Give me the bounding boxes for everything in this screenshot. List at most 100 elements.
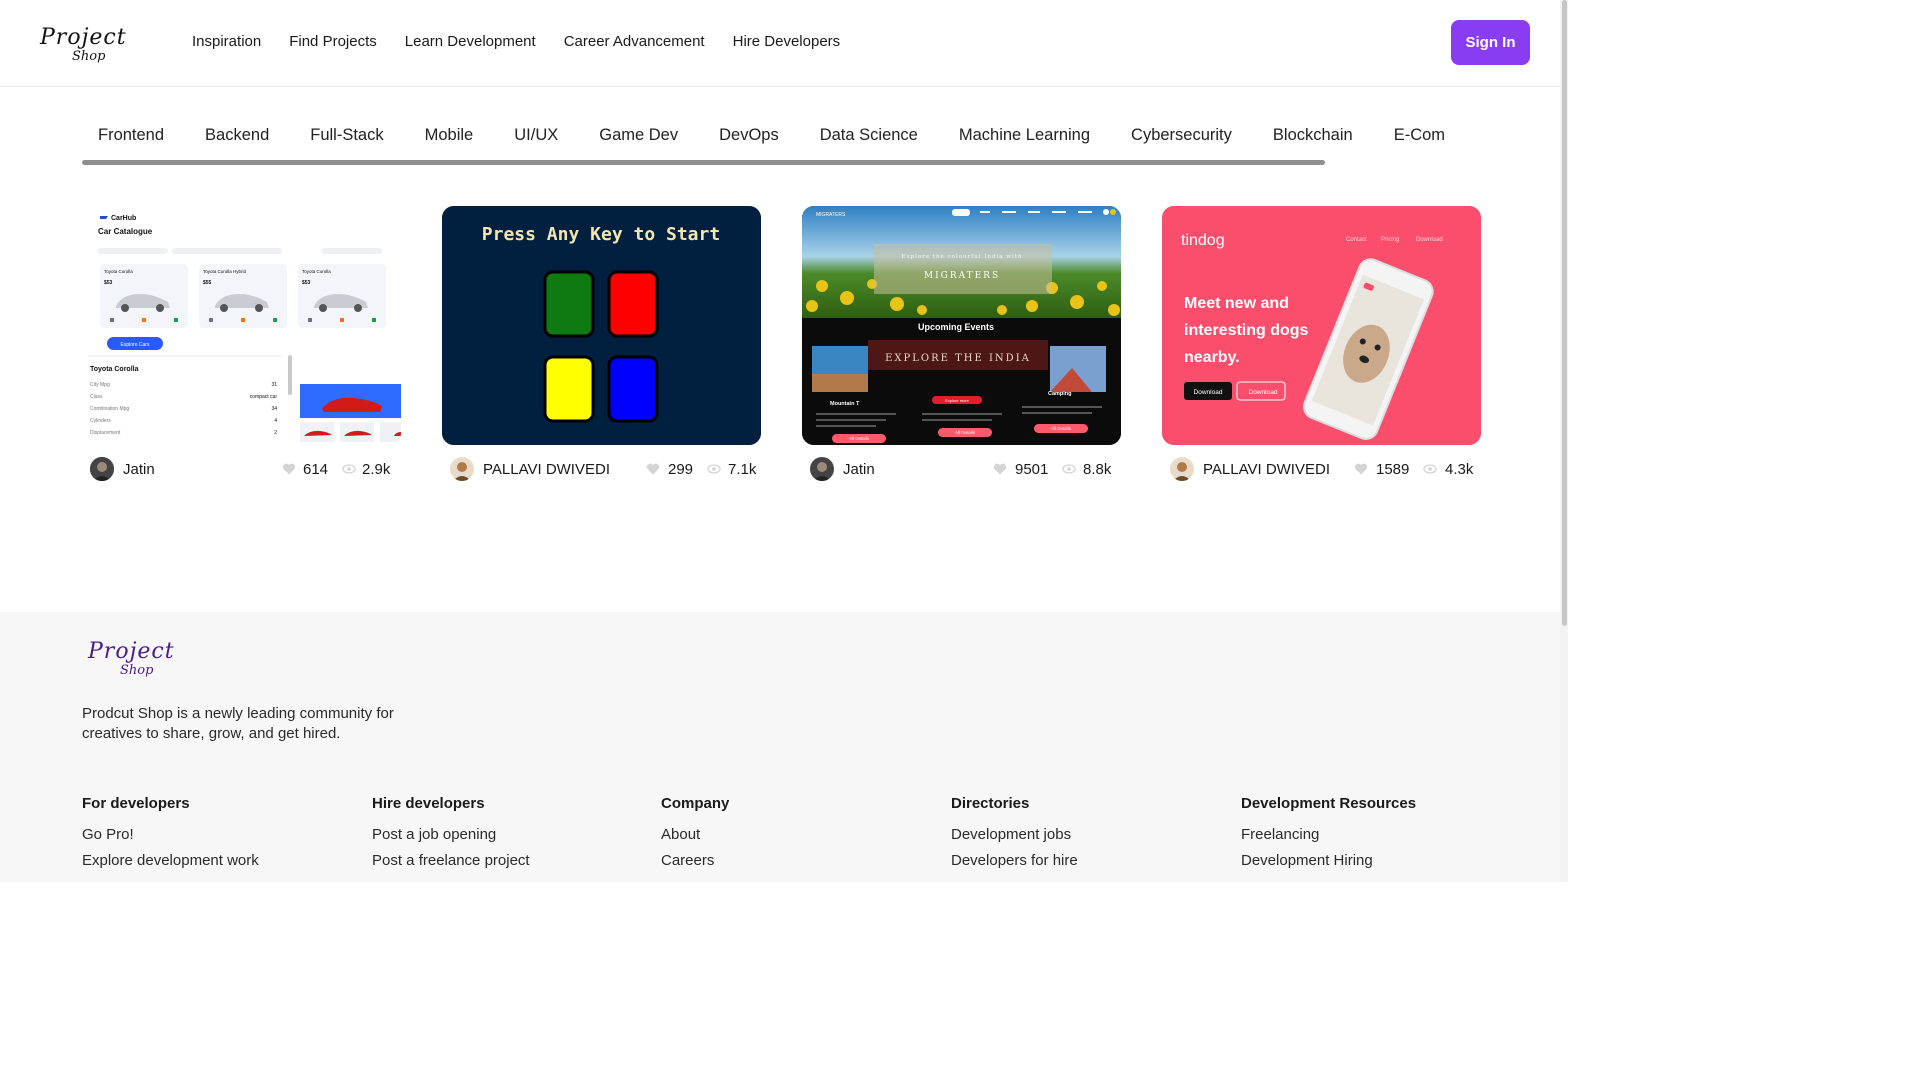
- svg-text:31: 31: [271, 382, 277, 388]
- like-count: 614: [303, 461, 329, 478]
- footer-column-title: Company: [661, 795, 730, 812]
- footer-column-for-developers: For developers Go Pro! Explore developme…: [82, 795, 259, 878]
- footer-link-development-jobs[interactable]: Development jobs: [951, 826, 1078, 843]
- footer-link-developers-for-hire[interactable]: Developers for hire: [951, 852, 1078, 869]
- like-count: 299: [668, 461, 694, 478]
- avatar[interactable]: [1170, 457, 1194, 481]
- footer-link-explore-development-work[interactable]: Explore development work: [82, 852, 259, 869]
- project-thumbnail[interactable]: MIGRATERS Explore the colourful India wi…: [802, 206, 1121, 445]
- project-meta: PALLAVI DWIVEDI 299 7.1k: [442, 457, 761, 487]
- project-card[interactable]: CarHub Car Catalogue Toyota Corolla Toyo…: [82, 206, 401, 487]
- category-ui-ux[interactable]: UI/UX: [498, 116, 574, 145]
- nav-career-advancement[interactable]: Career Advancement: [564, 33, 705, 50]
- category-cybersecurity[interactable]: Cybersecurity: [1115, 116, 1248, 145]
- svg-text:Toyota Corolla: Toyota Corolla: [90, 366, 139, 373]
- project-shop-logo[interactable]: Project Shop: [38, 20, 150, 64]
- category-full-stack[interactable]: Full-Stack: [294, 116, 399, 145]
- footer-link-post-freelance[interactable]: Post a freelance project: [372, 852, 530, 869]
- svg-text:City Mpg: City Mpg: [90, 382, 110, 388]
- eye-icon: [1062, 464, 1076, 474]
- page-scrollbar-thumb[interactable]: [1562, 0, 1567, 626]
- footer-link-go-pro[interactable]: Go Pro!: [82, 826, 259, 843]
- svg-text:MIGRATERS: MIGRATERS: [816, 212, 846, 218]
- avatar-image: [90, 457, 114, 481]
- author-name[interactable]: PALLAVI DWIVEDI: [1203, 461, 1330, 478]
- migraters-preview: MIGRATERS Explore the colourful India wi…: [802, 206, 1121, 445]
- project-card[interactable]: tindog Contact Pricing Download Meet new…: [1162, 206, 1481, 487]
- nav-find-projects[interactable]: Find Projects: [289, 33, 377, 50]
- footer-column-title: For developers: [82, 795, 190, 812]
- avatar[interactable]: [810, 457, 834, 481]
- author-name[interactable]: PALLAVI DWIVEDI: [483, 461, 610, 478]
- svg-text:$53: $53: [104, 280, 113, 286]
- svg-text:34: 34: [271, 406, 277, 412]
- view-count: 7.1k: [728, 461, 757, 478]
- svg-text:All Details: All Details: [955, 430, 976, 435]
- page-scrollbar[interactable]: [1560, 0, 1568, 882]
- avatar-image: [810, 457, 834, 481]
- category-game-dev[interactable]: Game Dev: [583, 116, 694, 145]
- project-thumbnail[interactable]: CarHub Car Catalogue Toyota Corolla Toyo…: [82, 206, 401, 445]
- category-devops[interactable]: DevOps: [703, 116, 795, 145]
- main-nav: Inspiration Find Projects Learn Developm…: [192, 33, 868, 50]
- category-tabs: Frontend Backend Full-Stack Mobile UI/UX…: [82, 116, 1482, 166]
- category-data-science[interactable]: Data Science: [804, 116, 934, 145]
- avatar-image: [1170, 457, 1194, 481]
- project-thumbnail[interactable]: Press Any Key to Start: [442, 206, 761, 445]
- footer-logo[interactable]: Project Shop: [86, 634, 198, 678]
- svg-text:All Details: All Details: [849, 436, 870, 441]
- svg-text:Project: Project: [39, 25, 127, 50]
- category-scrollbar[interactable]: [82, 160, 1325, 165]
- author-name[interactable]: Jatin: [123, 461, 155, 478]
- project-card[interactable]: Press Any Key to Start PALLAVI DWIVEDI 2…: [442, 206, 761, 487]
- project-thumbnail[interactable]: tindog Contact Pricing Download Meet new…: [1162, 206, 1481, 445]
- svg-text:Shop: Shop: [120, 663, 154, 678]
- project-meta: PALLAVI DWIVEDI 1589 4.3k: [1162, 457, 1481, 487]
- nav-inspiration[interactable]: Inspiration: [192, 33, 261, 50]
- svg-text:MIGRATERS: MIGRATERS: [924, 271, 1000, 281]
- svg-text:Cylinders: Cylinders: [90, 418, 111, 424]
- project-card[interactable]: MIGRATERS Explore the colourful India wi…: [802, 206, 1121, 487]
- svg-text:Toyota Corolla Hybrid: Toyota Corolla Hybrid: [203, 269, 247, 274]
- svg-text:Contact: Contact: [1346, 237, 1367, 243]
- category-backend[interactable]: Backend: [189, 116, 285, 145]
- heart-icon[interactable]: [993, 463, 1007, 475]
- avatar[interactable]: [450, 457, 474, 481]
- category-blockchain[interactable]: Blockchain: [1257, 116, 1369, 145]
- svg-text:Mountain T: Mountain T: [830, 401, 860, 407]
- category-mobile[interactable]: Mobile: [409, 116, 490, 145]
- author-name[interactable]: Jatin: [843, 461, 875, 478]
- sign-in-button[interactable]: Sign In: [1451, 20, 1530, 65]
- footer-link-freelancing[interactable]: Freelancing: [1241, 826, 1416, 843]
- nav-hire-developers[interactable]: Hire Developers: [733, 33, 841, 50]
- carhub-preview: CarHub Car Catalogue Toyota Corolla Toyo…: [82, 206, 401, 445]
- svg-text:Explore the colourful India wi: Explore the colourful India with: [901, 254, 1022, 260]
- project-meta: Jatin 614 2.9k: [82, 457, 401, 487]
- category-machine-learning[interactable]: Machine Learning: [943, 116, 1106, 145]
- svg-text:EXPLORE THE INDIA: EXPLORE THE INDIA: [885, 353, 1031, 364]
- svg-text:4: 4: [274, 418, 277, 424]
- heart-icon[interactable]: [1354, 463, 1368, 475]
- footer-link-about[interactable]: About: [661, 826, 729, 843]
- tindog-preview: tindog Contact Pricing Download Meet new…: [1162, 206, 1481, 445]
- footer-link-post-job[interactable]: Post a job opening: [372, 826, 530, 843]
- svg-text:Pricing: Pricing: [1381, 237, 1399, 243]
- svg-text:compact car: compact car: [250, 394, 278, 400]
- svg-text:Displacement: Displacement: [90, 430, 121, 436]
- eye-icon: [1423, 464, 1437, 474]
- nav-learn-development[interactable]: Learn Development: [405, 33, 536, 50]
- footer-link-development-hiring[interactable]: Development Hiring: [1241, 852, 1416, 869]
- footer-column-hire-developers: Hire developers Post a job opening Post …: [372, 795, 530, 878]
- svg-text:Class: Class: [90, 394, 103, 400]
- footer-link-careers[interactable]: Careers: [661, 852, 729, 869]
- heart-icon[interactable]: [282, 463, 296, 475]
- footer-tagline: Prodcut Shop is a newly leading communit…: [82, 705, 394, 742]
- svg-text:$53: $53: [302, 280, 311, 286]
- avatar[interactable]: [90, 457, 114, 481]
- category-frontend[interactable]: Frontend: [82, 116, 180, 145]
- category-e-com[interactable]: E-Com: [1378, 116, 1461, 145]
- svg-text:Car Catalogue: Car Catalogue: [98, 227, 153, 236]
- logo-mark: Project Shop: [39, 25, 127, 64]
- svg-text:Explore Cars: Explore Cars: [121, 342, 150, 348]
- heart-icon[interactable]: [646, 463, 660, 475]
